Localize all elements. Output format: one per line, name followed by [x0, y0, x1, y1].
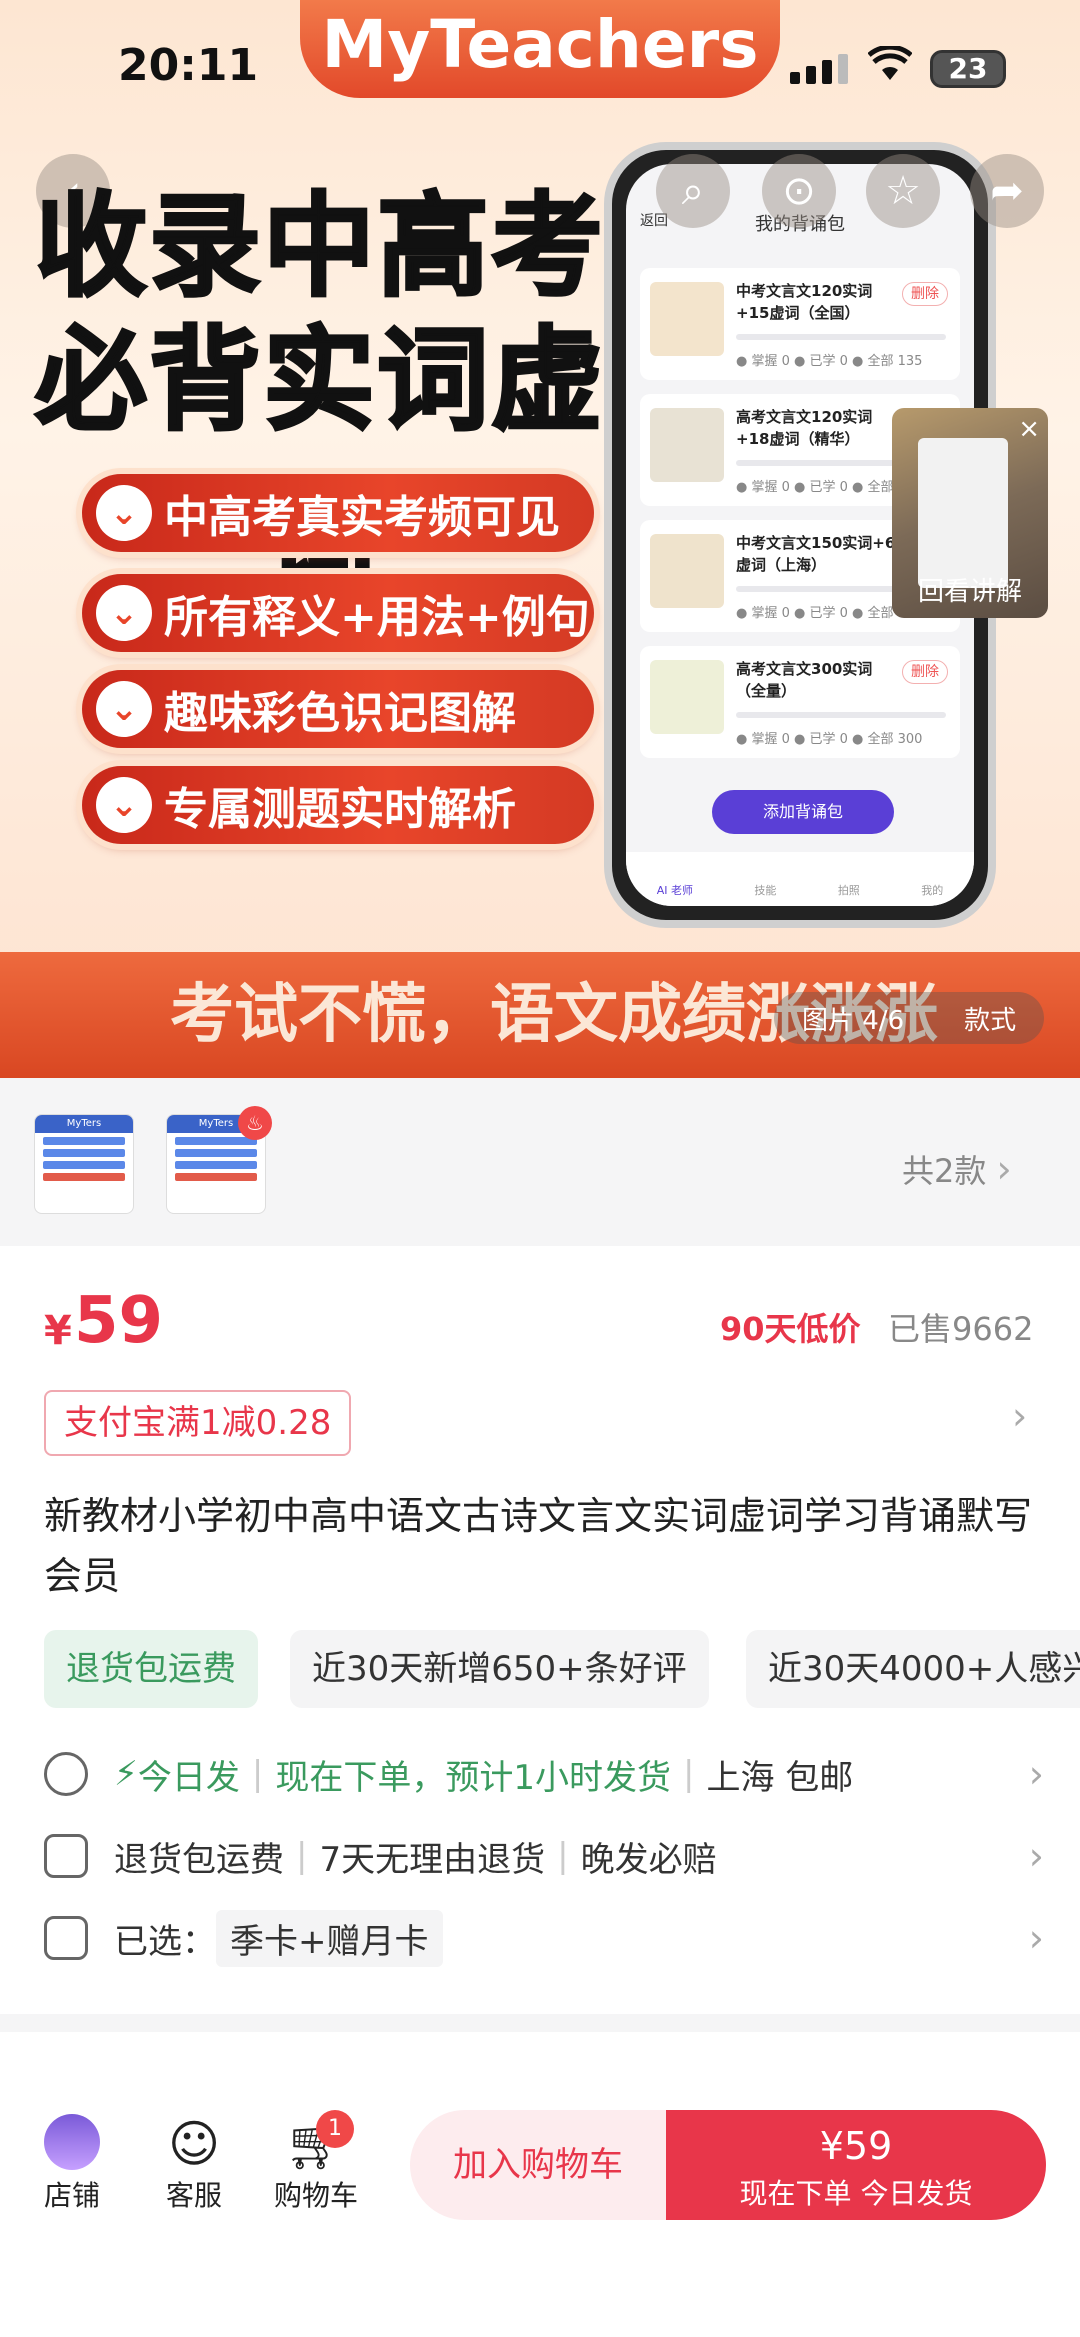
style-thumb[interactable]: MyTers — [34, 1114, 134, 1214]
star-icon[interactable]: ☆ — [866, 154, 940, 228]
share-icon[interactable]: ➦ — [970, 154, 1044, 228]
cart-badge: 1 — [316, 2110, 354, 2148]
buy-now-button[interactable]: ¥59 现在下单 今日发货 — [666, 2110, 1046, 2220]
chevron-right-icon: › — [1028, 1752, 1044, 1796]
battery-icon: 23 — [930, 50, 1006, 88]
shield-check-icon — [44, 1834, 88, 1878]
tag-return-shipping: 退货包运费 — [44, 1630, 258, 1708]
coupon-tag[interactable]: 支付宝满1减0.28 — [44, 1390, 352, 1456]
search-icon[interactable]: ⌕ — [656, 154, 730, 228]
chevron-down-icon: ⌄ — [96, 681, 152, 737]
product-title: 新教材小学初中高中语文古诗文言文实词虚词学习背诵默写会员 — [44, 1494, 1033, 1598]
chevron-down-icon: ⌄ — [96, 585, 152, 641]
low-price-tag: 90天低价 — [720, 1310, 861, 1348]
box-icon — [44, 1752, 88, 1796]
phone-tabbar: AI 老师 技能 拍照 我的 — [626, 852, 974, 906]
shop-button[interactable]: 店铺 — [22, 2114, 122, 2214]
chevron-right-icon[interactable]: › — [1012, 1394, 1027, 1438]
chevron-right-icon: › — [1028, 1834, 1044, 1878]
shipping-row[interactable]: ⚡ 今日发 | 现在下单，预计1小时发货 | 上海 包邮 › — [44, 1744, 1044, 1804]
add-to-cart-button[interactable]: 加入购物车 — [410, 2110, 666, 2220]
image-counter[interactable]: 图片 4/6 款式 — [774, 992, 1044, 1044]
chat-icon: ☺ — [167, 2115, 221, 2173]
chevron-down-icon: ⌄ — [96, 485, 152, 541]
section-divider — [0, 2014, 1080, 2032]
status-time: 20:11 — [118, 40, 259, 91]
guarantee-row[interactable]: 退货包运费 | 7天无理由退货 | 晚发必赔 › — [44, 1826, 1044, 1886]
tag-interest: 近30天4000+人感兴趣 — [746, 1630, 1080, 1708]
chevron-right-icon: › — [996, 1147, 1012, 1191]
bag-icon — [44, 1916, 88, 1960]
price-currency: ¥ — [44, 1308, 72, 1354]
tag-reviews: 近30天新增650+条好评 — [290, 1630, 709, 1708]
chevron-right-icon: › — [1028, 1916, 1044, 1960]
package-card: 中考文言文120实词+15虚词（全国） 删除 ● 掌握 0 ● 已学 0 ● 全部 … — [640, 268, 960, 380]
add-package-button: 添加背诵包 — [712, 790, 894, 834]
brand-logo: MyTeachers — [300, 0, 780, 98]
product-image-carousel[interactable]: MyTeachers 20:11 23 ‹ 收录中高考 必背实词虚词 ⌄中高考真… — [0, 0, 1080, 1078]
lightning-icon: ⚡ — [114, 1754, 138, 1794]
customer-service-button[interactable]: ☺ 客服 — [144, 2114, 244, 2214]
hero-title-line2: 必背实词虚词 — [34, 315, 605, 610]
replay-video[interactable]: × 回看讲解 — [892, 408, 1048, 618]
feature-pill: ⌄ 所有释义+用法+例句 — [82, 574, 594, 652]
fire-icon: ♨ — [238, 1106, 272, 1140]
shop-avatar — [44, 2114, 100, 2170]
price: 59 — [74, 1284, 164, 1358]
chevron-down-icon: ⌄ — [96, 777, 152, 833]
signal-icon — [790, 54, 848, 84]
close-icon[interactable]: × — [1018, 414, 1040, 444]
style-total[interactable]: 共2款 › — [902, 1146, 1012, 1192]
feature-pill: ⌄ 专属测题实时解析 — [82, 766, 594, 844]
package-card: 高考文言文300实词（全量） 删除 ● 掌握 0 ● 已学 0 ● 全部 300 — [640, 646, 960, 758]
selected-sku-row[interactable]: 已选： 季卡+赠月卡 › — [44, 1908, 1044, 1968]
style-link: 款式 — [964, 1005, 1017, 1036]
replay-label: 回看讲解 — [917, 577, 1022, 607]
selected-sku: 季卡+赠月卡 — [216, 1909, 443, 1967]
sold-count: 已售9662 — [888, 1310, 1034, 1348]
feature-pill: ⌄ 趣味彩色识记图解 — [82, 670, 594, 748]
feature-pill: ⌄ 中高考真实考频可见 — [82, 474, 594, 552]
share-lock-icon[interactable]: ⊙ — [762, 154, 836, 228]
wifi-icon — [868, 46, 912, 80]
